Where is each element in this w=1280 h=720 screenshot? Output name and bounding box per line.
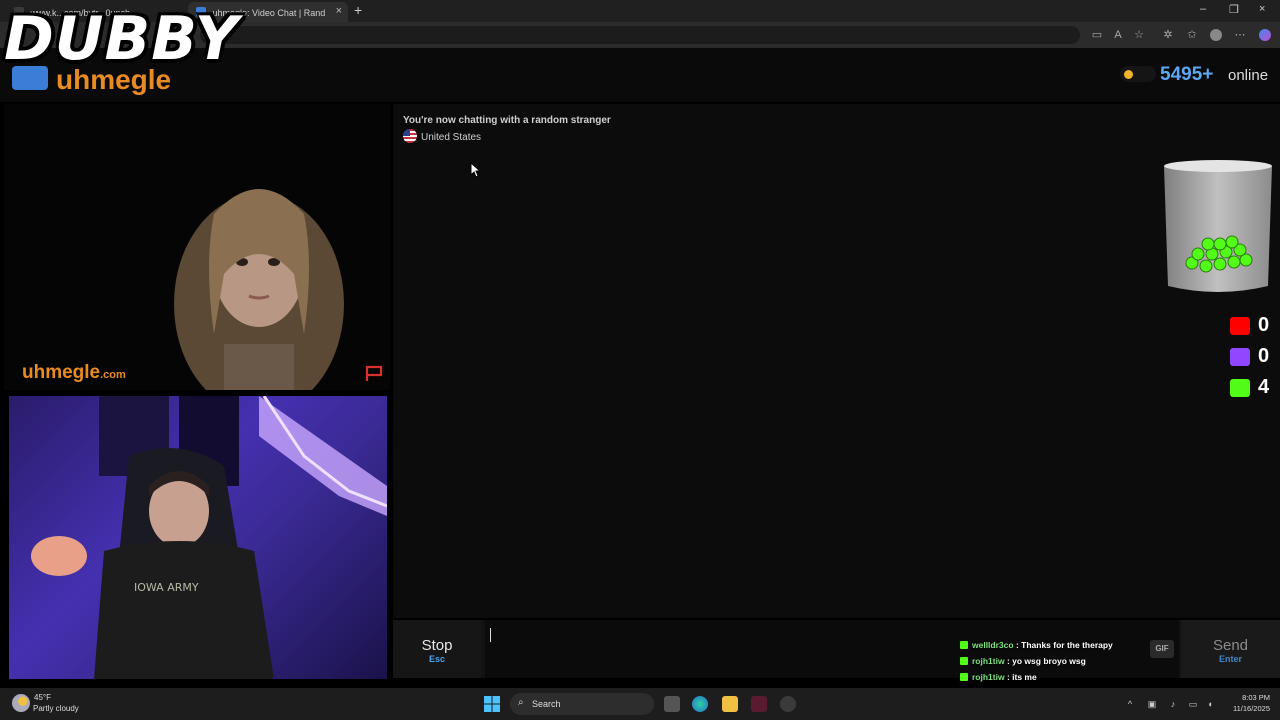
report-flag-icon[interactable]	[364, 364, 384, 382]
tray-chevron-icon[interactable]: ^	[1124, 698, 1136, 710]
task-view-icon[interactable]	[664, 696, 680, 712]
app-icon[interactable]	[751, 696, 767, 712]
self-video-scene: IOWA ARMY	[31, 396, 387, 679]
reader-icon[interactable]: ▭	[1091, 29, 1103, 41]
text-caret	[490, 628, 491, 642]
weather-temperature: 45°F	[34, 693, 51, 702]
windows-start-icon[interactable]	[484, 696, 500, 712]
close-window-icon[interactable]: ×	[1259, 3, 1265, 15]
search-icon: ⌕	[518, 697, 524, 708]
online-status-dot-icon	[1124, 70, 1133, 79]
kick-count: 4	[1258, 376, 1270, 398]
favorites-icon[interactable]: ✩	[1186, 29, 1198, 41]
mouse-cursor-icon	[470, 162, 480, 178]
youtube-count: 0	[1258, 314, 1270, 336]
stream-chat-line: wellldr3co : Thanks for the therapy	[960, 640, 1160, 656]
tray-app-icon[interactable]: ▣	[1146, 698, 1158, 710]
read-aloud-icon[interactable]: A	[1112, 29, 1124, 41]
youtube-count-row: 0	[1228, 314, 1278, 345]
stop-button[interactable]: Stop Esc	[393, 620, 481, 678]
kick-icon	[1230, 379, 1250, 397]
country-label: United States	[421, 132, 482, 143]
weather-description: Partly cloudy	[33, 704, 79, 713]
kick-badge-icon	[960, 641, 968, 649]
self-video: IOWA ARMY	[9, 396, 387, 679]
stranger-country: United States	[403, 129, 481, 143]
us-flag-icon	[403, 129, 417, 143]
stream-chat-line: rojh1tiw : yo wsg broyo wsg	[960, 656, 1160, 672]
favorite-star-icon[interactable]: ☆	[1133, 29, 1145, 41]
send-button[interactable]: Send Enter	[1181, 620, 1280, 678]
close-tab-icon[interactable]: ×	[336, 5, 342, 17]
profile-avatar-icon[interactable]	[1210, 29, 1222, 41]
kick-count-row: 4	[1228, 376, 1278, 407]
new-tab-button[interactable]: +	[354, 2, 362, 18]
maximize-icon[interactable]: ❐	[1229, 3, 1239, 16]
chat-status-message: You're now chatting with a random strang…	[403, 115, 611, 126]
social-follower-counts: 0 0 4	[1228, 314, 1278, 407]
stop-label: Stop	[421, 637, 453, 654]
svg-text:IOWA ARMY: IOWA ARMY	[134, 581, 199, 594]
uhmegle-watermark: uhmegle.com	[22, 362, 126, 383]
youtube-icon	[1230, 317, 1250, 335]
twitch-count-row: 0	[1228, 345, 1278, 376]
volume-icon[interactable]: ◖	[1204, 698, 1216, 710]
display-icon[interactable]: ▭	[1187, 698, 1199, 710]
kick-badge-icon	[960, 673, 968, 681]
weather-icon[interactable]	[12, 694, 30, 712]
windows-taskbar: 45°F Partly cloudy ⌕ Search ^ ▣ ♪ ▭ ◖ 8:…	[0, 688, 1280, 720]
microphone-icon[interactable]: ♪	[1167, 698, 1179, 710]
stranger-video: uhmegle.com	[4, 104, 390, 390]
settings-gear-icon[interactable]	[780, 696, 796, 712]
send-shortcut: Enter	[1218, 654, 1242, 664]
twitch-count: 0	[1258, 345, 1270, 367]
edge-browser-icon[interactable]	[692, 696, 708, 712]
address-field[interactable]	[200, 26, 1080, 44]
extensions-icon[interactable]: ✲	[1162, 29, 1174, 41]
online-count: 5495+	[1160, 64, 1214, 85]
send-label: Send	[1212, 637, 1249, 654]
copilot-icon[interactable]	[1259, 29, 1271, 41]
file-explorer-icon[interactable]	[722, 696, 738, 712]
more-menu-icon[interactable]: ⋯	[1234, 29, 1246, 41]
search-label: Search	[532, 699, 561, 709]
kick-jar-overlay	[1164, 160, 1272, 292]
kick-badge-icon	[960, 657, 968, 665]
chat-panel: You're now chatting with a random strang…	[393, 104, 1280, 618]
stop-shortcut: Esc	[428, 654, 445, 664]
online-label: online	[1228, 67, 1269, 84]
twitch-icon	[1230, 348, 1250, 366]
clock-date[interactable]: 11/16/2025	[1220, 704, 1270, 713]
streamer-logo-overlay: DUBBY	[4, 4, 240, 74]
minimize-icon[interactable]: –	[1200, 3, 1206, 15]
taskbar-search[interactable]: ⌕ Search	[510, 693, 654, 715]
stream-chat-line: rojh1tiw : its me	[960, 672, 1160, 688]
stranger-figure	[174, 189, 344, 390]
clock-time[interactable]: 8:03 PM	[1226, 693, 1270, 702]
